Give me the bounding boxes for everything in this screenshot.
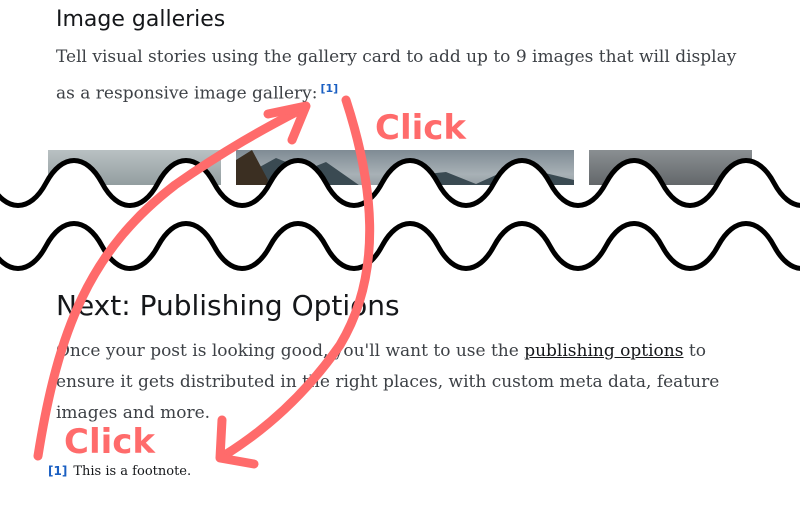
footnote-backlink[interactable]: [1] [48,464,67,478]
footnote-reference-link[interactable]: [1] [320,82,338,95]
click-annotation-bottom: Click [64,422,156,462]
click-annotation-top: Click [375,108,467,148]
next-section-text: Once your post is looking good, you'll w… [56,336,746,429]
arrow-to-footnote-ref-head [263,101,311,145]
publishing-options-link[interactable]: publishing options [524,341,683,361]
gallery-section-text: Tell visual stories using the gallery ca… [56,42,756,110]
footnote: [1] This is a footnote. [48,461,191,482]
gallery-description: Tell visual stories using the gallery ca… [56,47,737,104]
gallery-section-title: Image galleries [56,7,226,32]
next-section-text-start: Once your post is looking good, you'll w… [56,341,525,361]
next-section-title: Next: Publishing Options [56,289,400,322]
footnote-text: This is a footnote. [73,464,192,479]
torn-edge-divider [0,158,800,271]
